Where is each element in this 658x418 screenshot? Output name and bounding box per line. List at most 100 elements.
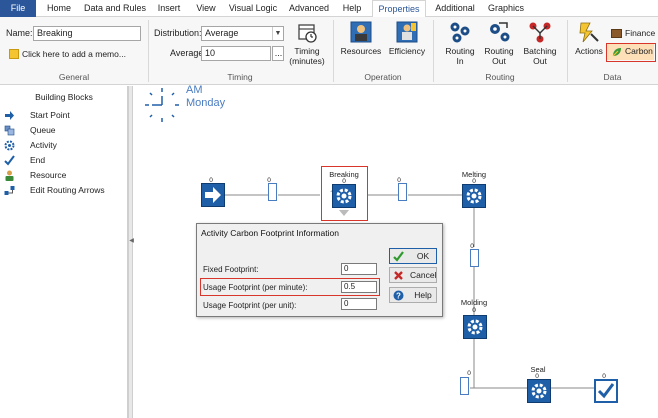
routing-in-label: Routing In — [445, 46, 475, 66]
end-node[interactable] — [594, 379, 618, 403]
ok-button[interactable]: OK — [389, 248, 437, 264]
help-button-label: Help — [414, 290, 432, 300]
tab-additional[interactable]: Additional — [430, 0, 480, 17]
tab-advanced[interactable]: Advanced — [284, 0, 334, 17]
distribution-select[interactable]: Average ▼ — [201, 26, 284, 41]
tab-view[interactable]: View — [190, 0, 222, 17]
tab-home[interactable]: Home — [40, 0, 78, 17]
tab-file[interactable]: File — [0, 0, 36, 17]
batching-out-button[interactable]: Batching Out — [520, 20, 560, 66]
tab-data-and-rules[interactable]: Data and Rules — [80, 0, 150, 17]
svg-text:?: ? — [396, 292, 401, 301]
building-block-resource[interactable]: Resource — [4, 168, 124, 182]
gear-icon — [467, 319, 483, 335]
arrow-right-icon — [205, 187, 221, 203]
panel-splitter[interactable]: ◀ — [128, 86, 134, 418]
efficiency-button[interactable]: Efficiency — [386, 20, 428, 56]
queue-node[interactable] — [398, 183, 407, 201]
tab-insert[interactable]: Insert — [152, 0, 186, 17]
routing-arrows-icon — [4, 185, 15, 196]
building-block-activity[interactable]: Activity — [4, 138, 124, 152]
name-label: Name: — [6, 28, 33, 38]
resources-button-label: Resources — [340, 46, 382, 56]
gear-icon — [466, 188, 482, 204]
memo-link[interactable]: Click here to add a memo... — [6, 48, 146, 61]
average-input[interactable]: 10 — [201, 46, 271, 61]
average-more-button[interactable]: ... — [272, 46, 284, 61]
memo-text: Click here to add a memo... — [22, 49, 126, 59]
building-block-queue[interactable]: Queue — [4, 123, 124, 137]
molding-activity-node[interactable] — [463, 315, 487, 339]
memo-icon — [9, 49, 19, 59]
tab-visual-logic[interactable]: Visual Logic — [226, 0, 280, 17]
fixed-footprint-label: Fixed Footprint: — [203, 265, 259, 274]
finance-button[interactable]: Finance — [610, 27, 656, 40]
timing-button[interactable]: Timing (minutes) — [288, 20, 326, 66]
queue-node[interactable] — [268, 183, 277, 201]
cancel-button-label: Cancel — [410, 270, 437, 280]
building-block-start-point[interactable]: Start Point — [4, 108, 124, 122]
start-point-node[interactable] — [201, 183, 225, 207]
gear-icon — [531, 383, 547, 399]
checkmark-icon — [393, 251, 404, 262]
help-icon: ? — [393, 290, 404, 301]
chevron-down-icon[interactable]: ▼ — [272, 27, 283, 40]
actions-button[interactable]: Actions — [572, 20, 606, 56]
carbon-footprint-dialog: Activity Carbon Footprint Information Fi… — [196, 223, 443, 317]
efficiency-button-label: Efficiency — [388, 46, 426, 56]
queue-node[interactable] — [470, 249, 479, 267]
tab-help[interactable]: Help — [336, 0, 368, 17]
timing-button-label: Timing (minutes) — [289, 46, 325, 66]
ribbon-tab-bar: File Home Data and Rules Insert View Vis… — [0, 0, 658, 18]
melting-activity-node[interactable] — [462, 184, 486, 208]
batching-out-label: Batching Out — [523, 46, 557, 66]
usage-unit-input[interactable]: 0 — [341, 298, 377, 310]
routing-in-icon — [448, 20, 472, 44]
batching-out-icon — [528, 20, 552, 44]
dialog-title: Activity Carbon Footprint Information — [201, 228, 339, 238]
seal-activity-node[interactable] — [527, 379, 551, 403]
routing-out-button[interactable]: Routing Out — [481, 20, 517, 66]
group-label-timing: Timing — [227, 72, 253, 82]
close-icon — [393, 270, 404, 281]
building-block-edit-routing-arrows[interactable]: Edit Routing Arrows — [4, 183, 124, 197]
building-blocks-title: Building Blocks — [35, 92, 93, 102]
usage-minute-highlight — [200, 278, 380, 296]
cancel-button[interactable]: Cancel — [389, 267, 437, 283]
finance-label: Finance — [625, 28, 656, 38]
clock-icon — [295, 20, 319, 44]
building-blocks-panel: Building Blocks Start Point Queue Activi… — [0, 86, 128, 418]
group-label-routing: Routing — [485, 72, 515, 82]
building-block-label: Activity — [30, 140, 57, 150]
building-block-label: Edit Routing Arrows — [30, 185, 105, 195]
help-button[interactable]: ? Help — [389, 287, 437, 303]
routing-in-button[interactable]: Routing In — [442, 20, 478, 66]
ribbon: Name: Breaking Click here to add a memo.… — [0, 17, 658, 85]
name-input[interactable]: Breaking — [33, 26, 141, 41]
resources-button[interactable]: Resources — [339, 20, 383, 56]
routing-out-label: Routing Out — [484, 46, 514, 66]
building-block-end[interactable]: End — [4, 153, 124, 167]
fixed-footprint-input[interactable]: 0 — [341, 263, 377, 275]
tab-properties[interactable]: Properties — [372, 0, 426, 18]
molding-label: Molding — [460, 298, 488, 307]
tab-graphics[interactable]: Graphics — [484, 0, 528, 17]
arrow-right-icon — [4, 110, 15, 121]
building-block-label: Resource — [30, 170, 67, 180]
building-block-label: Start Point — [30, 110, 70, 120]
ok-button-label: OK — [416, 251, 430, 261]
distribution-label: Distribution: — [154, 28, 202, 38]
resources-icon — [349, 20, 373, 44]
group-label-general: General — [58, 72, 90, 82]
building-block-label: Queue — [30, 125, 56, 135]
group-label-data: Data — [603, 72, 622, 82]
person-icon — [4, 170, 15, 181]
queue-node[interactable] — [460, 377, 469, 395]
node-count: 0 — [472, 307, 476, 314]
distribution-value: Average — [205, 28, 239, 38]
actions-icon — [577, 20, 601, 44]
usage-unit-label: Usage Footprint (per unit): — [203, 301, 297, 310]
finance-icon — [611, 29, 622, 38]
checkmark-icon — [597, 383, 615, 399]
checkmark-icon — [4, 155, 15, 166]
